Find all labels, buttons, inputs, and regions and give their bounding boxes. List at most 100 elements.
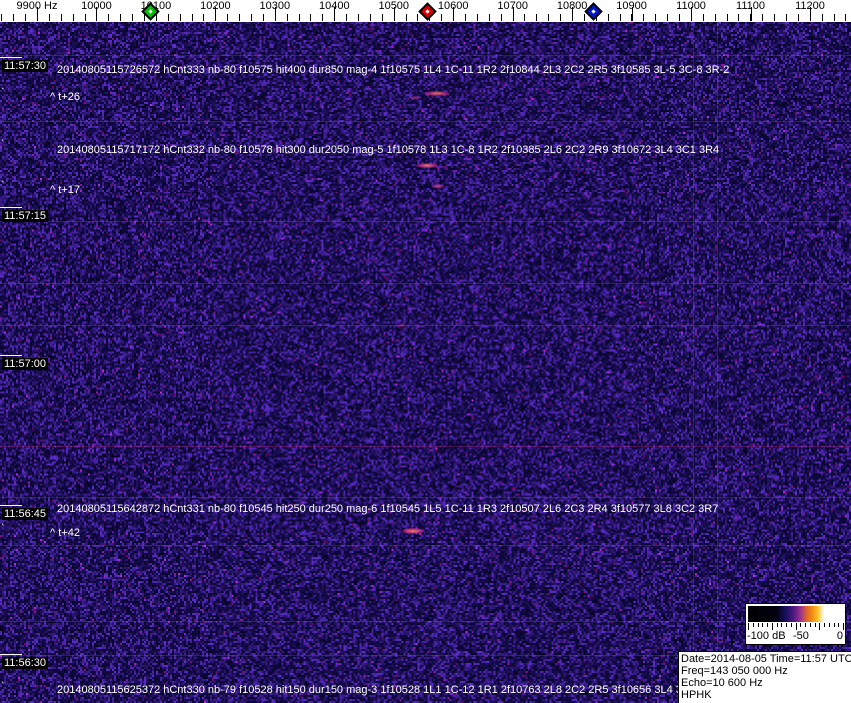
freq-minor-tick bbox=[667, 14, 668, 21]
freq-minor-tick bbox=[643, 14, 644, 21]
freq-tick-label: 10800 bbox=[557, 0, 588, 12]
event-left-tick: ` bbox=[1, 88, 5, 98]
colorbar-tick bbox=[762, 623, 763, 627]
meteor-echo-streak bbox=[409, 96, 421, 99]
colorbar-tick bbox=[777, 623, 778, 627]
freq-minor-tick bbox=[227, 14, 228, 21]
colorbar-tick bbox=[781, 623, 782, 627]
freq-minor-tick bbox=[168, 14, 169, 21]
freq-minor-tick bbox=[263, 14, 264, 21]
colorbar-tick bbox=[815, 623, 816, 627]
freq-minor-tick bbox=[738, 14, 739, 21]
meteor-echo-streak bbox=[424, 91, 450, 96]
freq-minor-tick bbox=[239, 14, 240, 21]
colorbar-tick bbox=[758, 623, 759, 627]
freq-minor-tick bbox=[774, 14, 775, 21]
freq-minor-tick bbox=[73, 14, 74, 21]
freq-minor-tick bbox=[310, 14, 311, 21]
colorbar-label-max: 0 bbox=[837, 630, 843, 642]
freq-minor-tick bbox=[132, 14, 133, 21]
freq-minor-tick bbox=[287, 14, 288, 21]
freq-minor-tick bbox=[322, 14, 323, 21]
waterfall-overlays: 11:57:3011:57:1511:57:0011:56:4511:56:30… bbox=[0, 0, 851, 703]
freq-minor-tick bbox=[25, 14, 26, 21]
colorbar-tick bbox=[753, 623, 754, 627]
time-label: 11:57:30 bbox=[2, 60, 48, 72]
colorbar-tick bbox=[829, 623, 830, 627]
freq-minor-tick bbox=[13, 14, 14, 21]
freq-minor-tick bbox=[834, 14, 835, 21]
spectrogram-app-window: 9900 Hz100001010010200103001040010500106… bbox=[0, 0, 851, 703]
freq-tick-label: 10500 bbox=[378, 0, 409, 12]
colorbar-tick bbox=[819, 623, 820, 630]
freq-minor-tick bbox=[822, 14, 823, 21]
freq-minor-tick bbox=[120, 14, 121, 21]
meteor-echo-streak bbox=[416, 163, 438, 168]
freq-minor-tick bbox=[501, 14, 502, 21]
colorbar-tick bbox=[800, 623, 801, 627]
interference-line-horizontal bbox=[0, 325, 851, 326]
info-station-id: HPHK bbox=[681, 689, 849, 701]
event-offset-label: ^ t+26 bbox=[50, 91, 80, 103]
time-major-tick bbox=[0, 355, 22, 356]
colorbar-tick bbox=[810, 623, 811, 627]
colorbar-tick bbox=[748, 623, 749, 630]
interference-line-horizontal bbox=[0, 283, 851, 284]
meteor-echo-streak bbox=[397, 324, 407, 327]
interference-line-horizontal bbox=[0, 446, 851, 447]
freq-tick-label: 11200 bbox=[795, 0, 825, 12]
freq-minor-tick bbox=[548, 14, 549, 21]
event-left-tick: ` bbox=[1, 57, 5, 67]
time-label: 11:57:15 bbox=[2, 210, 48, 222]
freq-minor-tick bbox=[536, 14, 537, 21]
freq-tick-label: 10000 bbox=[81, 0, 112, 12]
event-annotation: 20140805115726572 hCnt333 nb-80 f10575 h… bbox=[57, 64, 729, 76]
colorbar-label-mid: -50 bbox=[793, 630, 809, 642]
meteor-echo-streak bbox=[432, 184, 444, 188]
freq-minor-tick bbox=[203, 14, 204, 21]
freq-tick-label: 9900 Hz bbox=[17, 0, 58, 12]
freq-minor-tick bbox=[49, 14, 50, 21]
freq-minor-tick bbox=[406, 14, 407, 21]
colorbar-tick bbox=[796, 623, 797, 630]
freq-tick-label: 11000 bbox=[676, 0, 706, 12]
interference-line-horizontal bbox=[0, 497, 851, 498]
time-label: 11:56:30 bbox=[2, 657, 48, 669]
interference-line-vertical bbox=[693, 22, 694, 703]
interference-line-horizontal bbox=[0, 121, 851, 122]
event-annotation: 20140805115717172 hCnt332 nb-80 f10578 h… bbox=[57, 144, 719, 156]
freq-minor-tick bbox=[346, 14, 347, 21]
freq-minor-tick bbox=[465, 14, 466, 21]
time-major-tick bbox=[0, 207, 22, 208]
colorbar-tick bbox=[767, 623, 768, 627]
freq-minor-tick bbox=[61, 14, 62, 21]
time-major-tick bbox=[0, 654, 22, 655]
interference-line-vertical bbox=[717, 22, 718, 703]
freq-minor-tick bbox=[180, 14, 181, 21]
colorbar-legend: -100 dB -50 0 bbox=[745, 603, 846, 645]
time-major-tick bbox=[0, 505, 22, 506]
freq-minor-tick bbox=[584, 14, 585, 21]
freq-minor-tick bbox=[382, 14, 383, 21]
freq-minor-tick bbox=[108, 14, 109, 21]
event-annotation: 20140805115642872 hCnt331 nb-80 f10545 h… bbox=[57, 503, 718, 515]
freq-minor-tick bbox=[798, 14, 799, 21]
freq-minor-tick bbox=[715, 14, 716, 21]
freq-tick-label: 10400 bbox=[319, 0, 350, 12]
time-label: 11:57:00 bbox=[2, 358, 48, 370]
info-frequency: Freq=143 050 000 Hz bbox=[681, 665, 849, 677]
event-annotation: 20140805115625372 hCnt330 nb-79 f10528 h… bbox=[57, 684, 696, 696]
freq-tick-label: 11100 bbox=[736, 0, 765, 12]
event-left-tick: ` bbox=[1, 682, 5, 692]
event-left-tick: ` bbox=[1, 140, 5, 150]
freq-marker-red-icon[interactable] bbox=[418, 2, 436, 20]
freq-minor-tick bbox=[370, 14, 371, 21]
interference-line-horizontal bbox=[0, 221, 851, 222]
colorbar-label-min: -100 dB bbox=[747, 630, 786, 642]
marker-center-dot bbox=[591, 9, 595, 13]
colorbar-tick bbox=[834, 623, 835, 627]
marker-center-dot bbox=[425, 9, 429, 13]
freq-minor-tick bbox=[192, 14, 193, 21]
freq-minor-tick bbox=[620, 14, 621, 21]
colorbar-tick bbox=[786, 623, 787, 627]
